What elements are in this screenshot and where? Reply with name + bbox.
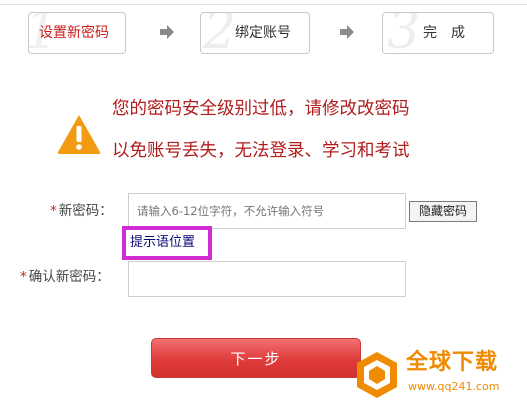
watermark-name: 全球下载 [406,350,499,375]
arrow-right-icon [160,25,174,39]
confirm-password-label-text: 确认新密码： [28,269,110,285]
warning-message-line-2: 以免账号丢失，无法登录、学习和考试 [112,141,410,161]
new-password-label: * 新密码： [50,202,113,220]
top-divider [0,4,527,5]
step-number: 2 [203,12,237,54]
hint-highlight-box: 提示语位置 [122,226,212,260]
required-mark: * [50,203,57,219]
new-password-input[interactable] [128,193,406,229]
watermark-url: www.qq241.com [408,380,500,393]
watermark-logo-icon [357,352,397,398]
step-label: 设置新密码 [39,25,109,41]
next-step-button[interactable]: 下一步 [151,338,361,378]
step-number: 3 [387,12,421,54]
warning-message-line-1: 您的密码安全级别过低，请修改改密码 [112,99,410,119]
hide-password-button[interactable]: 隐藏密码 [409,201,477,222]
step-bind-account: 2 绑定账号 [200,12,310,54]
confirm-password-label: * 确认新密码： [20,268,110,286]
required-mark: * [20,269,27,285]
step-label: 完成 [423,25,479,41]
arrow-right-icon [340,25,354,39]
step-complete: 3 完成 [382,12,494,54]
step-set-new-password: 1 设置新密码 [28,12,126,54]
step-label: 绑定账号 [235,25,291,41]
hint-text: 提示语位置 [130,235,196,250]
confirm-password-input[interactable] [128,261,406,297]
warning-icon [57,115,101,154]
watermark: 全球下载 www.qq241.com [352,348,527,401]
new-password-label-text: 新密码： [58,203,113,219]
